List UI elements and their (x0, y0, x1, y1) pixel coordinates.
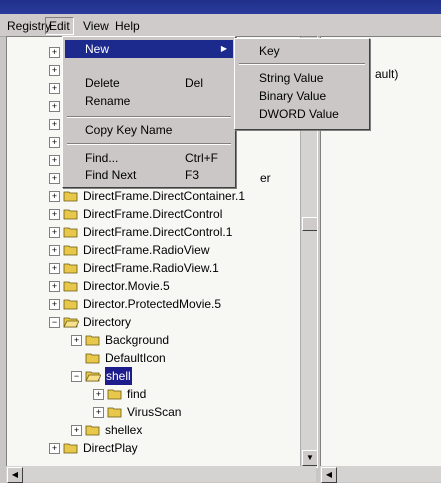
menu-item-delete[interactable]: Delete Del (65, 74, 233, 92)
expand-icon[interactable]: + (49, 191, 60, 202)
menu-view[interactable]: View (80, 18, 112, 34)
expand-icon[interactable]: + (49, 209, 60, 220)
tree-item-label: Director.ProtectedMovie.5 (83, 297, 222, 311)
horizontal-scrollbar-right[interactable]: ◀ (320, 466, 441, 483)
expand-icon[interactable]: + (49, 299, 60, 310)
new-submenu: Key String Value Binary Value DWORD Valu… (234, 38, 370, 130)
tree-item-label: VirusScan (127, 405, 182, 419)
open-folder-icon (85, 369, 102, 382)
folder-icon (63, 189, 79, 202)
expand-icon[interactable]: + (49, 281, 60, 292)
menu-item-copy-key-name-label: Copy Key Name (85, 123, 173, 137)
folder-icon (63, 297, 79, 310)
menu-separator (239, 63, 365, 65)
tree-item-label: shellex (105, 423, 143, 437)
folder-icon (63, 225, 79, 238)
menu-help[interactable]: Help (112, 18, 143, 34)
tree-item-label: Background (105, 333, 170, 347)
tree-item-label: Directory (83, 315, 132, 329)
submenu-item-dword-value[interactable]: DWORD Value (237, 105, 367, 123)
tree-item-label: DirectFrame.DirectControl (83, 207, 223, 221)
menu-item-find-next-label: Find Next (85, 168, 137, 182)
folder-icon (63, 261, 79, 274)
submenu-item-dword-value-label: DWORD Value (259, 107, 339, 121)
menu-item-new-label: New (85, 42, 110, 56)
expand-icon[interactable]: + (49, 443, 60, 454)
submenu-item-key-label: Key (259, 44, 280, 58)
menu-item-delete-label: Delete (85, 76, 120, 90)
scroll-left-button[interactable]: ◀ (321, 467, 337, 483)
expand-icon[interactable]: + (93, 389, 104, 400)
scroll-thumb[interactable] (302, 217, 317, 231)
collapse-icon[interactable]: − (71, 371, 82, 382)
expand-icon[interactable]: + (49, 65, 60, 76)
expand-icon[interactable]: + (71, 335, 82, 346)
folder-icon (85, 351, 101, 364)
expand-icon[interactable]: + (49, 47, 60, 58)
shortcut-find-next: F3 (185, 168, 200, 182)
tree-item-label: DirectFrame.RadioView.1 (83, 261, 219, 275)
expand-icon[interactable]: + (49, 137, 60, 148)
tree-item-label: DefaultIcon (105, 351, 166, 365)
collapse-icon[interactable]: − (49, 317, 60, 328)
folder-icon (107, 405, 123, 418)
menu-item-rename[interactable]: Rename (65, 92, 233, 110)
shortcut-delete: Del (185, 76, 204, 90)
menu-item-find-next[interactable]: Find Next F3 (65, 166, 233, 184)
menu-edit[interactable]: Edit (45, 17, 74, 35)
tree-item-label: DirectFrame.RadioView (83, 243, 210, 257)
submenu-item-string-value-label: String Value (259, 71, 324, 85)
tree-item-label: find (127, 387, 147, 401)
horizontal-scrollbar-left[interactable]: ◀ (6, 466, 316, 483)
expand-icon[interactable]: + (71, 425, 82, 436)
submenu-item-key[interactable]: Key (237, 42, 367, 60)
menu-item-find-label: Find... (85, 151, 119, 165)
submenu-item-string-value[interactable]: String Value (237, 69, 367, 87)
edit-menu: New ▶ Delete Del Rename Copy Key Name Fi… (62, 36, 236, 188)
tree-item-label: DirectFrame.DirectContainer.1 (83, 189, 246, 203)
shortcut-find: Ctrl+F (185, 151, 218, 165)
tree-item-label: er (260, 171, 271, 185)
menu-item-rename-label: Rename (85, 94, 131, 108)
tree-item-label: DirectFrame.DirectControl.1 (83, 225, 233, 239)
expand-icon[interactable]: + (49, 227, 60, 238)
submenu-arrow-icon: ▶ (220, 44, 227, 53)
folder-icon (85, 333, 101, 346)
menu-separator (67, 116, 231, 118)
folder-icon (107, 387, 123, 400)
open-folder-icon (63, 315, 80, 328)
menu-item-new[interactable]: New ▶ (65, 40, 233, 58)
expand-icon[interactable]: + (49, 245, 60, 256)
menu-item-find[interactable]: Find... Ctrl+F (65, 149, 233, 167)
title-bar (0, 0, 441, 14)
folder-icon (85, 423, 101, 436)
submenu-item-binary-value-label: Binary Value (259, 89, 327, 103)
submenu-item-binary-value[interactable]: Binary Value (237, 87, 367, 105)
expand-icon[interactable]: + (93, 407, 104, 418)
tree-item-label: DirectPlay (83, 441, 138, 455)
expand-icon[interactable]: + (49, 263, 60, 274)
folder-icon (63, 279, 79, 292)
expand-icon[interactable]: + (49, 101, 60, 112)
scroll-left-button[interactable]: ◀ (7, 467, 23, 483)
scroll-down-button[interactable]: ▼ (302, 450, 317, 466)
menu-separator (67, 143, 231, 145)
expand-icon[interactable]: + (49, 155, 60, 166)
folder-icon (63, 207, 79, 220)
tree-item-label: Director.Movie.5 (83, 279, 170, 293)
expand-icon[interactable]: + (49, 83, 60, 94)
tree-item-label: shell (105, 367, 132, 385)
expand-icon[interactable]: + (49, 119, 60, 130)
value-name-text: ault) (375, 67, 399, 81)
menu-bar: Registry Edit View Help (0, 14, 441, 37)
folder-icon (63, 243, 79, 256)
menu-item-copy-key-name[interactable]: Copy Key Name (65, 121, 233, 139)
folder-icon (63, 441, 79, 454)
expand-icon[interactable]: + (49, 173, 60, 184)
